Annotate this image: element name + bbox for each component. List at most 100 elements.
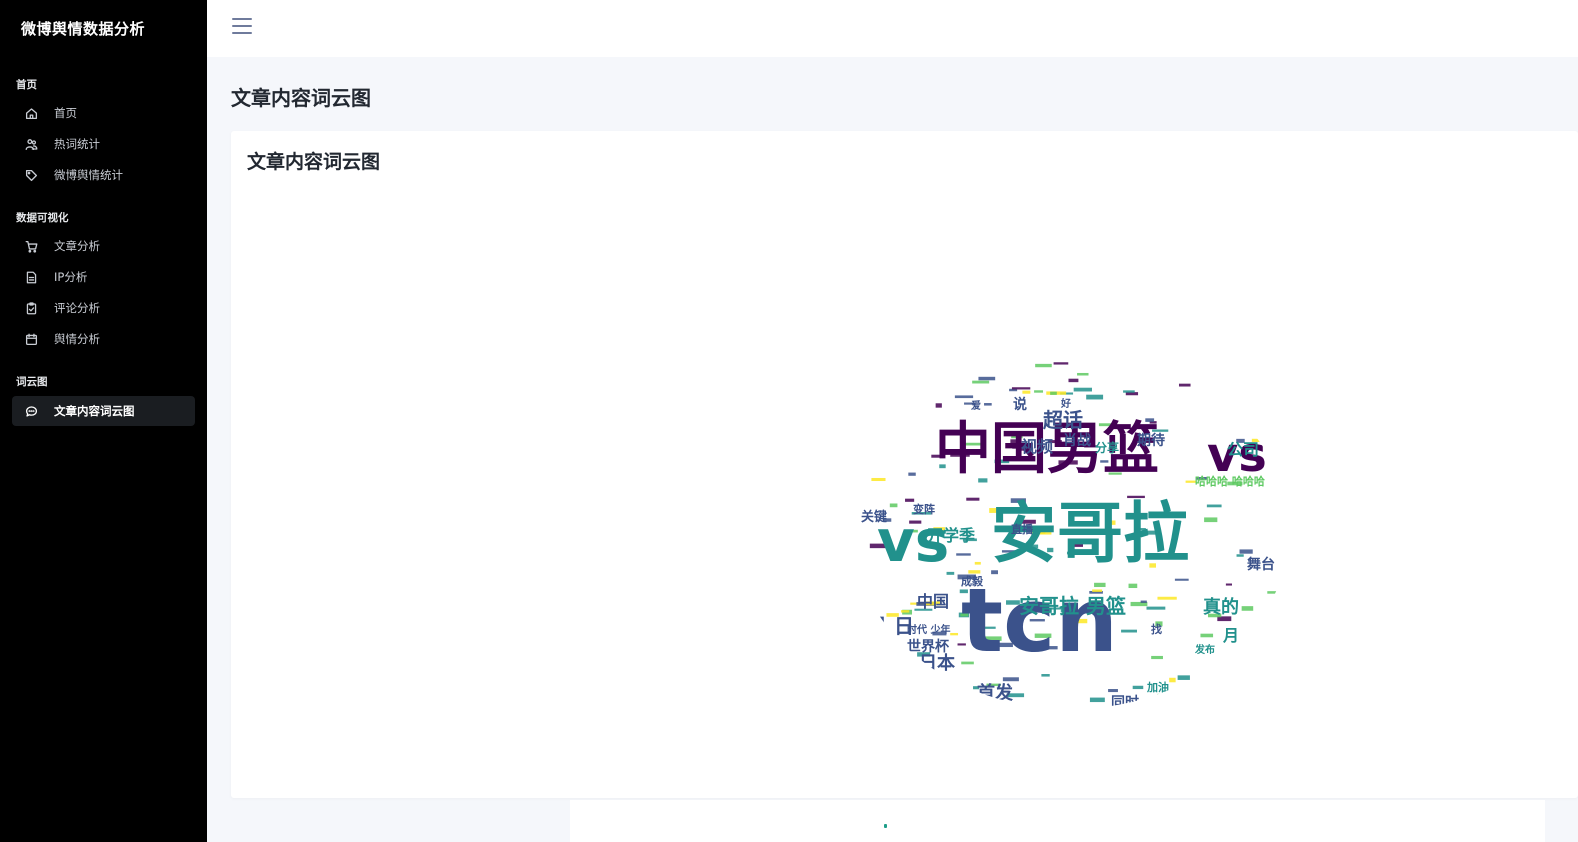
wordcloud-small-word (1011, 387, 1031, 390)
wordcloud-small-word (1225, 583, 1232, 586)
wordcloud-small-word (1073, 387, 1092, 392)
wordcloud-word: 发布 (1194, 643, 1215, 656)
wordcloud-word: 安哥拉 男篮 (1019, 594, 1126, 618)
sidebar-item-comment-analysis[interactable]: 评论分析 (12, 293, 195, 323)
wordcloud-word: 分享 (1095, 440, 1119, 455)
wordcloud-word: 哈哈哈 哈哈哈 (1195, 474, 1265, 488)
wordcloud-card: 文章内容词云图 安哥拉 中国男篮 tcn vs vs 超话 视频 肖战 期待 公司 分享 安哥拉 男篮… (231, 131, 1578, 798)
wordcloud-word: 成毅 (961, 574, 984, 588)
wordcloud-small-word (935, 403, 942, 408)
wordcloud-small-word (1123, 390, 1135, 393)
wordcloud-small-word (1140, 600, 1147, 603)
users-icon (23, 136, 39, 152)
sidebar-item-weibo-sentiment-stats[interactable]: 微博舆情统计 (12, 160, 195, 190)
wordcloud-word: 真的 (1203, 596, 1239, 618)
wordcloud-small-word (1151, 655, 1163, 660)
wordcloud-small-word (1241, 606, 1254, 611)
sidebar-item-label: 舆情分析 (54, 332, 100, 346)
wordcloud-small-word (1177, 675, 1190, 680)
wordcloud-small-word (1236, 554, 1244, 557)
wordcloud-word: 视频 (1021, 437, 1053, 456)
wordcloud-word: 开学季 (927, 526, 976, 545)
wordcloud-word: tcn (961, 569, 1118, 672)
wordcloud-word: 舞台 (1247, 556, 1275, 573)
hamburger-menu-icon[interactable] (232, 18, 252, 38)
sidebar-item-home[interactable]: 首页 (12, 98, 195, 128)
wordcloud-small-word (1239, 549, 1253, 554)
wordcloud-small-word (1041, 674, 1050, 677)
sidebar-item-label: 热词统计 (54, 137, 100, 151)
secondary-card (570, 800, 1545, 842)
wordcloud-small-word (1035, 363, 1052, 368)
sidebar-item-article-wordcloud[interactable]: 文章内容词云图 (12, 396, 195, 426)
sidebar-item-label: 评论分析 (54, 301, 100, 315)
wordcloud-small-word (1206, 504, 1222, 508)
wordcloud-word: 好 (1060, 397, 1071, 410)
nav-section-title-wordcloud: 词云图 (16, 376, 48, 388)
wordcloud-small-word (1146, 606, 1166, 610)
wordcloud-small-word (1022, 390, 1031, 394)
sidebar-item-label: 微博舆情统计 (54, 168, 123, 182)
wordcloud-small-word (1108, 689, 1118, 693)
wordcloud-small-word (1178, 383, 1191, 387)
wordcloud-small-word (871, 477, 886, 482)
wordcloud-small-word (972, 380, 990, 384)
wordcloud-fragment (884, 824, 887, 828)
sidebar-item-article-analysis[interactable]: 文章分析 (12, 231, 195, 261)
wordcloud-small-word (966, 497, 980, 501)
wordcloud-small-word (1034, 390, 1044, 393)
sidebar-item-label: IP分析 (54, 270, 88, 284)
wordcloud-small-word (1169, 677, 1176, 683)
document-icon (23, 269, 39, 285)
chat-bubble-icon (23, 403, 39, 419)
calendar-icon (23, 331, 39, 347)
wordcloud-small-word (1068, 378, 1079, 383)
wordcloud-word: 长相思 (1015, 709, 1051, 711)
wordcloud-image: 安哥拉中国男篮tcnvsvs超话视频 肖战 期待 公司分享安哥拉 男篮月 日首发日本开… (861, 362, 1287, 711)
wordcloud-word: 关键 (861, 509, 887, 525)
wordcloud-small-word (954, 395, 974, 399)
wordcloud-small-word (1157, 693, 1164, 697)
tag-icon (23, 167, 39, 183)
wordcloud-small-word (1174, 578, 1189, 581)
wordcloud-small-word (908, 472, 916, 476)
nav-section-title-visualization: 数据可视化 (16, 212, 69, 224)
wordcloud-small-word (1086, 394, 1104, 400)
wordcloud-small-word (978, 376, 996, 381)
wordcloud-word: 超话 (1042, 408, 1083, 432)
clipboard-check-icon (23, 300, 39, 316)
sidebar: 微博舆情数据分析 首页 首页 热词统计 微博舆情统计 数据可视化 文章分析 IP… (0, 0, 207, 842)
sidebar-item-label: 文章内容词云图 (54, 404, 135, 418)
wordcloud-small-word (1157, 596, 1177, 600)
wordcloud-word: 期待 (1137, 432, 1165, 449)
card-title: 文章内容词云图 (247, 151, 381, 173)
nav-section-title-home: 首页 (16, 79, 37, 91)
wordcloud-word: 肖战 (1063, 432, 1091, 449)
wordcloud-small-word (1002, 677, 1019, 682)
wordcloud-small-word (1200, 633, 1214, 638)
sidebar-item-ip-analysis[interactable]: IP分析 (12, 262, 195, 292)
sidebar-item-sentiment-analysis[interactable]: 舆情分析 (12, 324, 195, 354)
wordcloud-small-word (1128, 583, 1138, 589)
wordcloud-small-word (1077, 372, 1089, 376)
cart-icon (23, 238, 39, 254)
wordcloud-word: 加油 (1146, 680, 1169, 694)
wordcloud-small-word (1053, 362, 1069, 365)
wordcloud-word: 公司 (1227, 440, 1259, 459)
wordcloud-word: 首发 (977, 682, 1014, 704)
sidebar-item-hotword-stats[interactable]: 热词统计 (12, 129, 195, 159)
wordcloud-word: 篮球 (876, 639, 902, 654)
topbar (207, 0, 1578, 57)
wordcloud-small-word (901, 610, 910, 613)
wordcloud-small-word (974, 561, 981, 565)
wordcloud-word: 中国 (917, 592, 949, 611)
wordcloud-word: 直播 (1011, 522, 1034, 536)
wordcloud-word: 月 (1222, 626, 1239, 645)
page-title: 文章内容词云图 (231, 86, 371, 110)
wordcloud-word: 爱 (971, 399, 981, 412)
wordcloud-word: 同时 (1111, 694, 1139, 711)
wordcloud-small-word (984, 403, 992, 406)
wordcloud-word: 说 (1013, 396, 1027, 413)
wordcloud-small-word (956, 553, 971, 556)
wordcloud-small-word (905, 498, 915, 502)
